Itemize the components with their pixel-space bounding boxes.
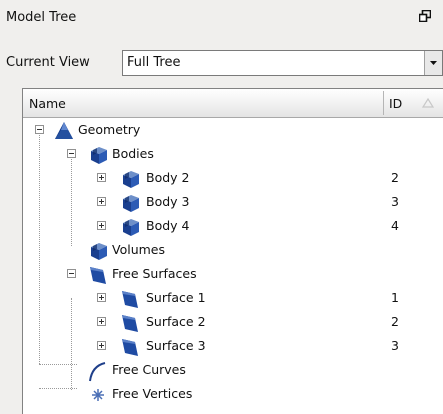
collapse-toggle-icon[interactable] bbox=[35, 125, 44, 134]
tree-row-surface[interactable]: Surface 3 3 bbox=[23, 335, 443, 359]
model-tree-panel: Model Tree Current View Full Tree Name I… bbox=[0, 0, 443, 414]
expand-toggle-icon[interactable] bbox=[97, 317, 106, 326]
current-view-label: Current View bbox=[6, 55, 90, 70]
current-view-select[interactable]: Full Tree bbox=[122, 50, 443, 76]
tree-item-id: 2 bbox=[391, 314, 399, 329]
tree-item-id: 2 bbox=[391, 170, 399, 185]
tree-item-label: Free Surfaces bbox=[112, 266, 197, 281]
volumes-icon bbox=[87, 240, 109, 262]
tree-row-surface[interactable]: Surface 2 2 bbox=[23, 311, 443, 335]
expand-toggle-icon[interactable] bbox=[97, 341, 106, 350]
tree-item-label: Body 3 bbox=[146, 194, 190, 209]
collapse-toggle-icon[interactable] bbox=[67, 269, 76, 278]
tree-row-body[interactable]: Body 2 2 bbox=[23, 167, 443, 191]
tree-row-volumes[interactable]: Volumes bbox=[23, 239, 443, 263]
bodies-icon bbox=[87, 144, 109, 166]
tree-item-label: Surface 1 bbox=[146, 290, 206, 305]
surface-icon bbox=[119, 336, 141, 358]
model-tree[interactable]: Name ID Geometry Bodies Body 2 2 Body 3 … bbox=[22, 88, 443, 414]
tree-item-id: 4 bbox=[391, 218, 399, 233]
tree-item-label: Free Vertices bbox=[112, 386, 193, 401]
tree-item-label: Surface 2 bbox=[146, 314, 206, 329]
float-window-icon[interactable] bbox=[419, 10, 431, 22]
tree-item-id: 1 bbox=[391, 290, 399, 305]
body-icon bbox=[119, 216, 141, 238]
tree-row-free-curves[interactable]: Free Curves bbox=[23, 359, 443, 383]
tree-row-free-vertices[interactable]: Free Vertices bbox=[23, 383, 443, 407]
tree-item-label: Geometry bbox=[78, 122, 141, 137]
column-header-id[interactable]: ID bbox=[389, 96, 402, 111]
collapse-toggle-icon[interactable] bbox=[67, 149, 76, 158]
expand-toggle-icon[interactable] bbox=[97, 197, 106, 206]
surface-icon bbox=[119, 288, 141, 310]
tree-row-surface[interactable]: Surface 1 1 bbox=[23, 287, 443, 311]
tree-row-geometry[interactable]: Geometry bbox=[23, 119, 443, 143]
expand-toggle-icon[interactable] bbox=[97, 173, 106, 182]
geometry-icon bbox=[53, 120, 75, 142]
tree-row-body[interactable]: Body 3 3 bbox=[23, 191, 443, 215]
vertex-icon bbox=[92, 389, 104, 401]
tree-item-label: Volumes bbox=[112, 242, 166, 257]
body-icon bbox=[119, 192, 141, 214]
tree-item-id: 3 bbox=[391, 338, 399, 353]
curve-icon bbox=[89, 362, 106, 382]
body-icon bbox=[119, 168, 141, 190]
column-divider[interactable] bbox=[383, 91, 384, 115]
tree-item-label: Body 2 bbox=[146, 170, 190, 185]
tree-item-id: 3 bbox=[391, 194, 399, 209]
tree-item-label: Bodies bbox=[112, 146, 154, 161]
expand-toggle-icon[interactable] bbox=[97, 221, 106, 230]
tree-row-free-surfaces[interactable]: Free Surfaces bbox=[23, 263, 443, 287]
panel-titlebar: Model Tree bbox=[0, 0, 443, 40]
expand-toggle-icon[interactable] bbox=[97, 293, 106, 302]
sort-arrow-icon bbox=[422, 98, 434, 108]
tree-item-label: Body 4 bbox=[146, 218, 190, 233]
surface-icon bbox=[119, 312, 141, 334]
panel-title: Model Tree bbox=[6, 10, 77, 25]
tree-header: Name ID bbox=[23, 89, 443, 118]
tree-row-bodies[interactable]: Bodies bbox=[23, 143, 443, 167]
tree-item-label: Free Curves bbox=[112, 362, 186, 377]
current-view-value: Full Tree bbox=[127, 55, 181, 70]
tree-item-label: Surface 3 bbox=[146, 338, 206, 353]
tree-row-body[interactable]: Body 4 4 bbox=[23, 215, 443, 239]
dropdown-arrow-icon[interactable] bbox=[424, 51, 442, 75]
column-header-name[interactable]: Name bbox=[29, 96, 66, 111]
surfaces-icon bbox=[87, 264, 109, 286]
